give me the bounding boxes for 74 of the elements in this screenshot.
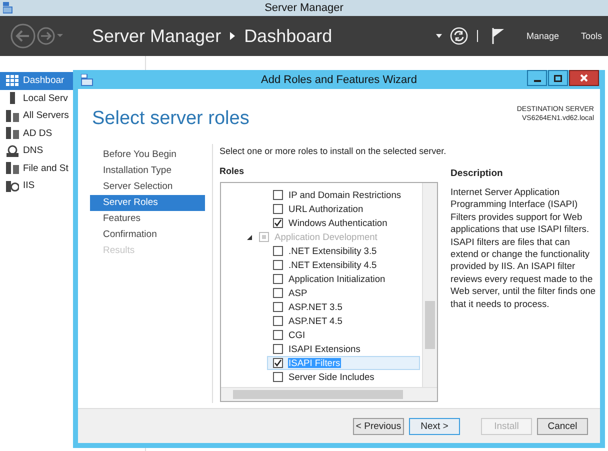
refresh-icon[interactable] — [450, 27, 468, 45]
page-heading: Select server roles — [92, 108, 250, 131]
checkbox[interactable] — [272, 372, 283, 382]
chevron-icon — [230, 32, 236, 40]
instruction-text: Select one or more roles to install on the selected server. — [220, 146, 446, 156]
wizard-step[interactable]: Confirmation — [90, 227, 205, 243]
role-label[interactable]: IP and Domain Restrictions — [288, 190, 402, 200]
caret-icon[interactable] — [436, 34, 442, 38]
maximize-button[interactable] — [548, 70, 568, 86]
description-title: Description — [450, 168, 504, 179]
sidebar-item[interactable]: AD DS — [0, 124, 73, 142]
description-text: Internet Server Application Programming Interface (ISAPI) Filters provides support for Web applications that use ISAPI filters. ISAPI filters are files that can extend or change the functionality provided by IIS. An ISAPI filter reviews every request made to the Web server, until the filter finds one that it needs to process. — [450, 186, 597, 310]
wizard-step[interactable]: Features — [90, 211, 205, 227]
wizard-step[interactable]: Before You Begin — [90, 147, 205, 163]
wizard-step[interactable]: Server Selection — [90, 179, 205, 195]
checkbox[interactable] — [272, 204, 283, 214]
server-icon — [6, 162, 19, 174]
role-label[interactable]: Server Side Includes — [288, 372, 376, 382]
role-label[interactable]: .NET Extensibility 3.5 — [288, 246, 378, 256]
role-label[interactable]: CGI — [288, 330, 306, 340]
server-icon — [6, 180, 19, 192]
close-icon — [580, 74, 588, 82]
grid-icon — [6, 74, 19, 87]
role-label[interactable]: .NET Extensibility 4.5 — [288, 260, 378, 270]
breadcrumb-item[interactable]: Dashboard — [244, 26, 332, 46]
server-icon — [6, 110, 19, 122]
checkbox[interactable] — [272, 302, 283, 312]
window-title: Add Roles and Features Wizard — [261, 74, 417, 86]
checkbox[interactable] — [272, 190, 283, 200]
role-label[interactable]: Application Initialization — [288, 274, 386, 284]
maximize-icon — [554, 74, 562, 82]
checkbox[interactable] — [272, 246, 283, 256]
roles-label: Roles — [220, 166, 246, 176]
role-label[interactable]: ASP — [288, 288, 308, 298]
back-forward-icon[interactable] — [10, 22, 66, 50]
sidebar-item[interactable]: DNS — [0, 142, 73, 160]
checkbox[interactable] — [272, 260, 283, 270]
wizard-button[interactable]: < Previous — [353, 418, 404, 434]
checkbox[interactable] — [272, 330, 283, 340]
checkbox[interactable] — [272, 358, 283, 368]
role-label[interactable]: ISAPI Extensions — [288, 344, 362, 354]
role-label[interactable]: ASP.NET 3.5 — [288, 302, 344, 312]
breadcrumb-item[interactable]: Server Manager — [92, 26, 222, 46]
window-title: Server Manager — [264, 2, 344, 14]
sidebar-item[interactable]: Local Serv — [0, 90, 73, 107]
checkbox[interactable] — [258, 232, 269, 242]
network-icon — [6, 144, 19, 157]
checkbox[interactable] — [272, 218, 283, 228]
role-label[interactable]: URL Authorization — [288, 204, 364, 214]
menu-item[interactable]: Tools — [580, 31, 602, 41]
role-label[interactable]: ASP.NET 4.5 — [288, 316, 344, 326]
expander-icon[interactable] — [246, 234, 252, 240]
vertical-scrollbar[interactable] — [422, 183, 437, 388]
checkbox[interactable] — [272, 288, 283, 298]
flag-icon[interactable] — [492, 28, 504, 44]
checkbox[interactable] — [272, 316, 283, 326]
sidebar-item[interactable]: IIS — [0, 177, 73, 194]
server-icon — [6, 127, 19, 140]
app-icon — [3, 2, 13, 14]
horizontal-scrollbar[interactable] — [220, 387, 437, 401]
minimize-button[interactable] — [527, 70, 547, 86]
sidebar-item[interactable]: All Servers — [0, 107, 73, 124]
role-label[interactable]: Windows Authentication — [288, 218, 388, 228]
sidebar-item[interactable]: File and St — [0, 160, 73, 177]
sidebar-item[interactable]: Dashboar — [0, 72, 73, 90]
app-icon — [81, 74, 93, 86]
wizard-step[interactable]: Server Roles — [90, 195, 205, 211]
wizard-button[interactable]: Cancel — [537, 418, 588, 434]
checkbox[interactable] — [272, 344, 283, 354]
menu-item[interactable]: Manage — [526, 31, 559, 41]
wizard-button[interactable]: Next > — [409, 418, 460, 434]
checkbox[interactable] — [272, 274, 283, 284]
close-button[interactable] — [569, 70, 599, 86]
wizard-step[interactable]: Installation Type — [90, 163, 205, 179]
